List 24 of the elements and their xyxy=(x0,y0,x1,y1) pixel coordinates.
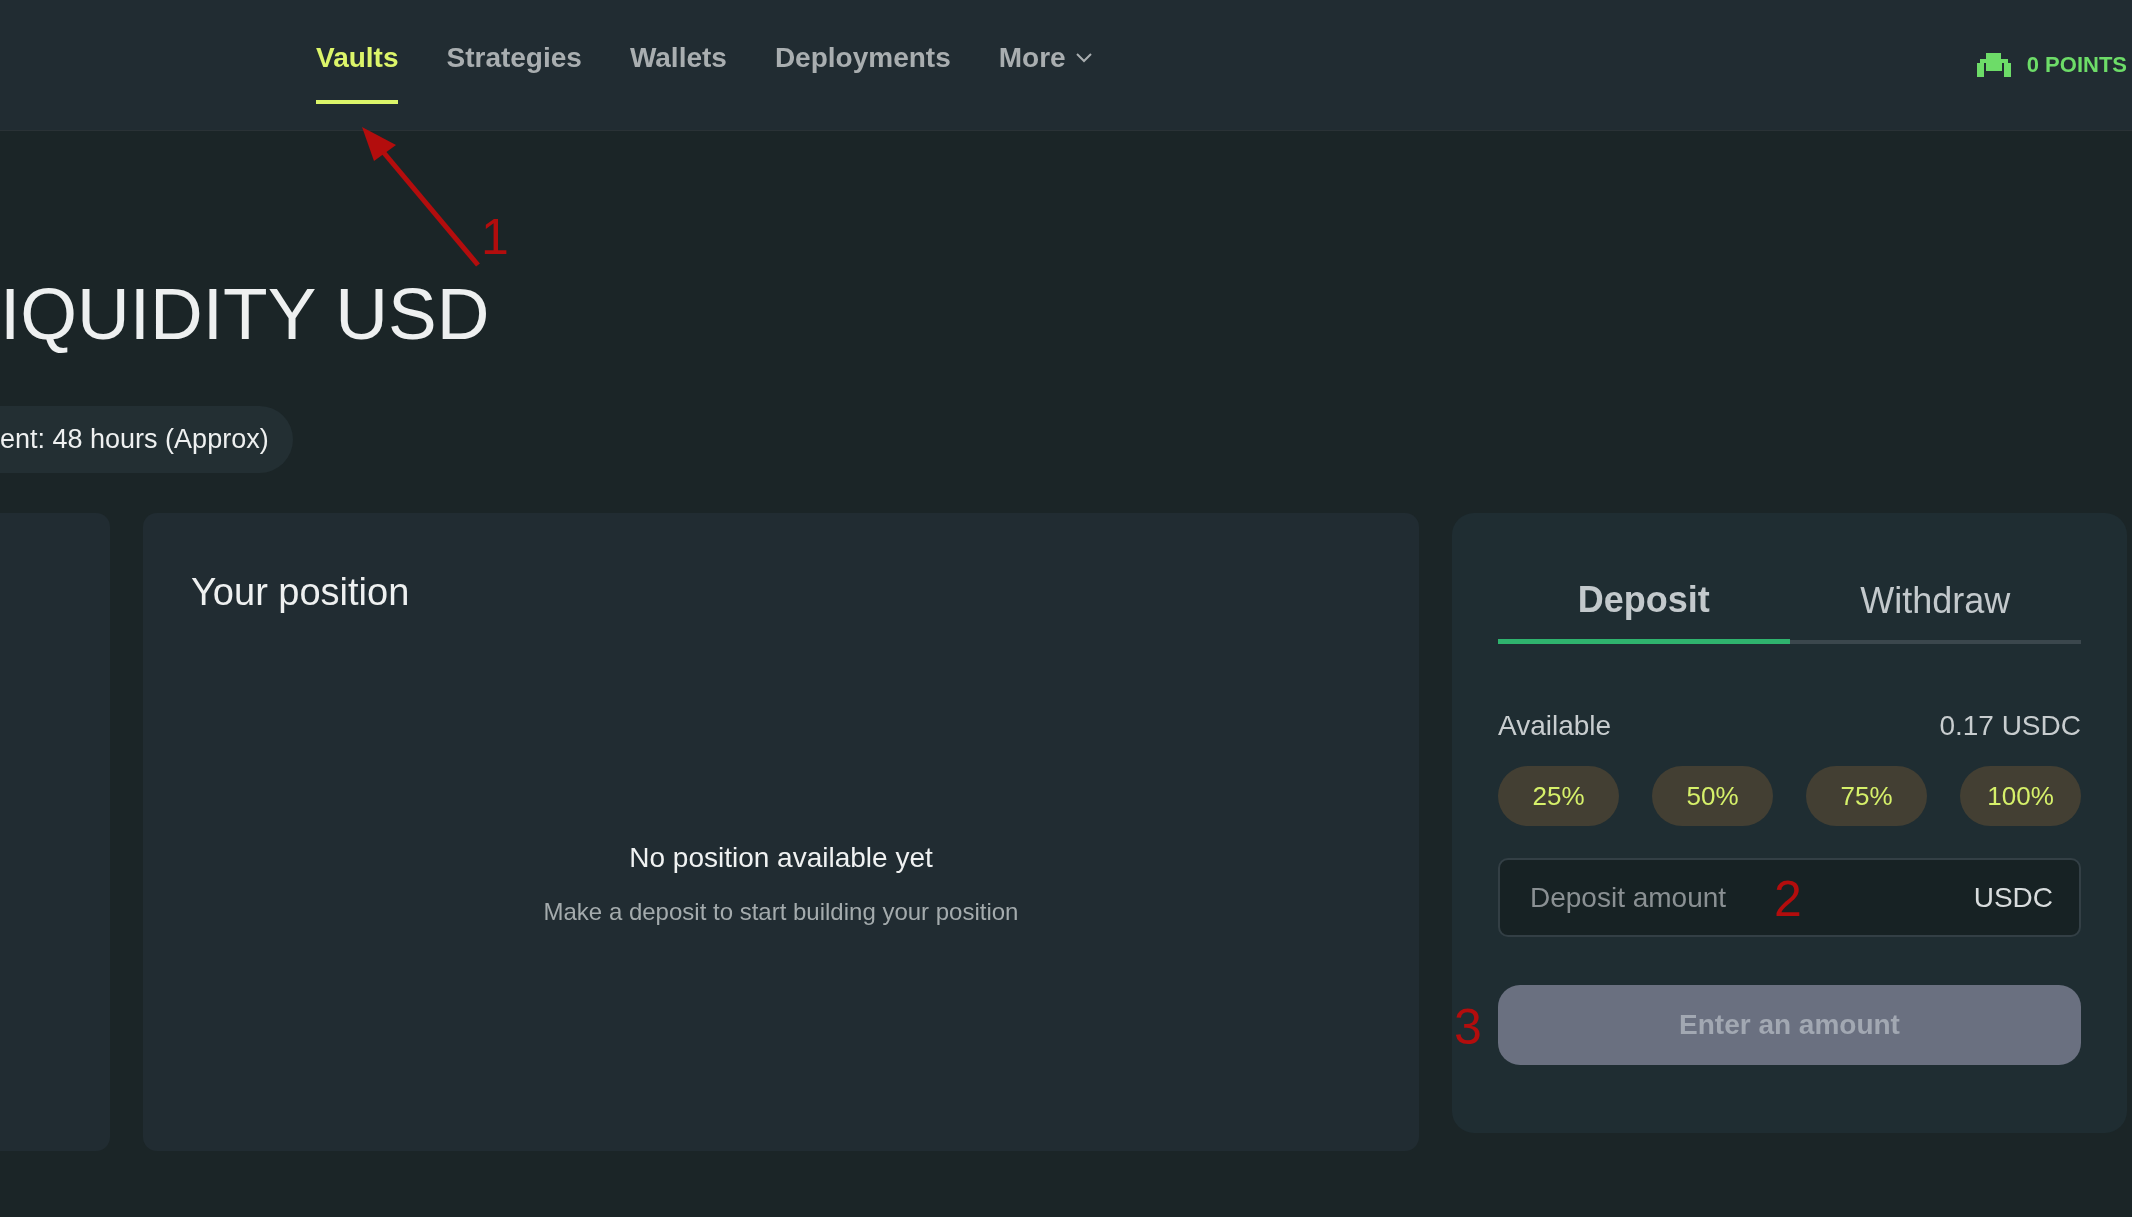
empty-state-title: No position available yet xyxy=(629,841,933,874)
nav-link[interactable]: More xyxy=(998,0,1092,104)
chevron-down-icon xyxy=(1075,53,1092,63)
card-title: Your position xyxy=(191,571,411,614)
nav-link[interactable]: Deployments xyxy=(774,0,951,104)
annotation-number: 3 xyxy=(1454,1002,1482,1052)
available-label: Available xyxy=(1498,710,1612,742)
tab[interactable]: Withdraw xyxy=(1789,567,2081,644)
nav-link[interactable]: Vaults xyxy=(316,0,399,104)
nav-link[interactable]: Wallets xyxy=(629,0,727,104)
available-balance: 0.17 USDC xyxy=(1939,710,2081,742)
pixel-invader-icon xyxy=(1976,53,2011,77)
empty-state-text: Make a deposit to start building your position xyxy=(543,897,1019,926)
annotation-number: 1 xyxy=(481,212,509,262)
percent-button[interactable]: 100% xyxy=(1960,766,2081,826)
settlement-pill: ent: 48 hours (Approx) xyxy=(0,406,293,473)
currency-unit: USDC xyxy=(1973,882,2053,914)
percent-button[interactable]: 50% xyxy=(1652,766,1773,826)
percent-button[interactable]: 75% xyxy=(1806,766,1927,826)
annotation-number: 2 xyxy=(1774,874,1802,924)
points-counter[interactable]: 0 POINTS xyxy=(2026,52,2127,78)
percent-button[interactable]: 25% xyxy=(1498,766,1619,826)
nav-link[interactable]: Strategies xyxy=(446,0,582,104)
tab[interactable]: Deposit xyxy=(1498,567,1790,644)
